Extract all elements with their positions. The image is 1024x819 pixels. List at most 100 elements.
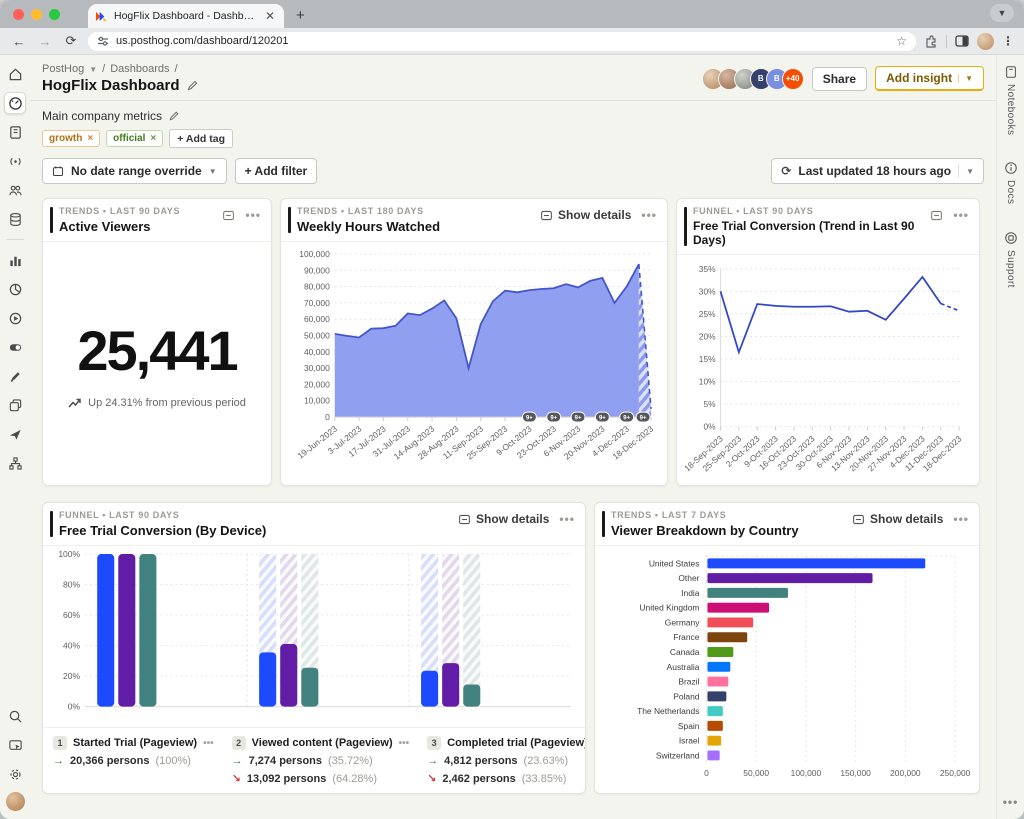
- sidebar-item-home[interactable]: [4, 63, 26, 85]
- step-name[interactable]: Viewed content (Pageview): [252, 737, 393, 749]
- close-window-button[interactable]: [13, 9, 24, 20]
- sidebar-item-feature-flags[interactable]: [4, 336, 26, 358]
- sidebar-item-persons[interactable]: [4, 179, 26, 201]
- forward-button[interactable]: →: [36, 34, 54, 49]
- user-avatar[interactable]: [6, 792, 25, 811]
- add-filter-button[interactable]: + Add filter: [235, 158, 318, 184]
- card-more-icon[interactable]: •••: [641, 208, 657, 222]
- date-range-filter[interactable]: No date range override ▼: [42, 158, 227, 184]
- sidebar-item-data-pipeline[interactable]: [4, 452, 26, 474]
- chevron-down-icon[interactable]: ▼: [89, 65, 97, 74]
- site-info-icon[interactable]: [97, 35, 109, 47]
- show-details-button[interactable]: Show details: [852, 512, 943, 526]
- docs-panel-button[interactable]: Docs: [1004, 161, 1018, 204]
- step-converted[interactable]: →7,274 persons(35.72%): [232, 755, 410, 767]
- share-button[interactable]: Share: [812, 67, 867, 91]
- step-more-icon[interactable]: •••: [203, 738, 214, 749]
- card-more-icon[interactable]: •••: [245, 208, 261, 222]
- sidebar-item-product-analytics[interactable]: [4, 249, 26, 271]
- window-controls[interactable]: [0, 9, 70, 28]
- step-dropped[interactable]: ↘2,462 persons(33.85%): [427, 772, 586, 785]
- step-converted[interactable]: →20,366 persons(100%): [53, 755, 214, 767]
- svg-text:0: 0: [325, 412, 330, 422]
- sidebar-item-activity[interactable]: [4, 150, 26, 172]
- last-updated-button[interactable]: ⟳ Last updated 18 hours ago ▼: [771, 158, 984, 184]
- card-title[interactable]: Free Trial Conversion (Trend in Last 90 …: [693, 219, 930, 247]
- step-name[interactable]: Started Trial (Pageview): [73, 737, 197, 749]
- card-title[interactable]: Free Trial Conversion (By Device): [59, 523, 266, 538]
- step-converted[interactable]: →4,812 persons(23.63%): [427, 755, 586, 767]
- maximize-window-button[interactable]: [49, 9, 60, 20]
- tab-close-icon[interactable]: ✕: [263, 9, 277, 23]
- back-button[interactable]: ←: [10, 34, 28, 49]
- sidebar-item-surveys[interactable]: [4, 394, 26, 416]
- card-more-icon[interactable]: •••: [953, 208, 969, 222]
- remove-tag-icon[interactable]: ×: [150, 133, 156, 144]
- tag-official[interactable]: official×: [106, 130, 163, 147]
- add-insight-button[interactable]: Add insight▼: [875, 66, 984, 91]
- search-icon[interactable]: [4, 705, 26, 727]
- details-icon[interactable]: [930, 209, 943, 222]
- svg-text:40,000: 40,000: [304, 347, 330, 357]
- sidebar-item-notebooks[interactable]: [4, 121, 26, 143]
- sidebar-item-data-warehouse[interactable]: [4, 208, 26, 230]
- browser-tabstrip: HogFlix Dashboard - Dashbo... ✕ + ▼: [0, 0, 1024, 28]
- chevron-down-icon[interactable]: ▼: [958, 74, 973, 83]
- step-name[interactable]: Completed trial (Pageview): [447, 737, 586, 749]
- step-more-icon[interactable]: •••: [399, 738, 410, 749]
- card-more-icon[interactable]: •••: [559, 512, 575, 526]
- edit-description-pencil-icon[interactable]: [168, 110, 180, 122]
- breadcrumb-posthog[interactable]: PostHog: [42, 63, 84, 75]
- minimize-window-button[interactable]: [31, 9, 42, 20]
- sidebar-more-icon[interactable]: •••: [1003, 795, 1019, 809]
- sidebar-item-dashboards[interactable]: [4, 92, 26, 114]
- remove-tag-icon[interactable]: ×: [87, 133, 93, 144]
- reload-button[interactable]: ⟳: [62, 33, 80, 49]
- weekly-hours-area-chart[interactable]: 010,00020,00030,00040,00050,00060,00070,…: [281, 242, 667, 485]
- funnel-bar-chart[interactable]: 0%20%40%60%80%100%: [43, 546, 585, 727]
- url-text[interactable]: us.posthog.com/dashboard/120201: [116, 35, 889, 47]
- svg-text:Switzerland: Switzerland: [656, 750, 700, 760]
- settings-gear-icon[interactable]: [4, 763, 26, 785]
- country-bar-chart[interactable]: 050,000100,000150,000200,000250,000Unite…: [595, 546, 979, 793]
- show-details-button[interactable]: Show details: [458, 512, 549, 526]
- chevron-down-icon[interactable]: ▼: [966, 167, 974, 176]
- notebooks-panel-button[interactable]: Notebooks: [1004, 65, 1018, 135]
- card-title[interactable]: Weekly Hours Watched: [297, 219, 440, 234]
- card-more-icon[interactable]: •••: [953, 512, 969, 526]
- support-panel-button[interactable]: Support: [1004, 231, 1018, 288]
- toolbar-launch-icon[interactable]: [4, 734, 26, 756]
- breadcrumb-dashboards[interactable]: Dashboards: [110, 63, 169, 75]
- bookmark-star-icon[interactable]: ☆: [896, 34, 907, 48]
- svg-text:India: India: [681, 588, 700, 598]
- step-dropped[interactable]: ↘13,092 persons(64.28%): [232, 772, 410, 785]
- card-title[interactable]: Active Viewers: [59, 219, 180, 234]
- add-tag-button[interactable]: + Add tag: [169, 129, 233, 148]
- show-details-button[interactable]: Show details: [540, 208, 631, 222]
- tag-growth[interactable]: growth×: [42, 130, 100, 147]
- avatar-badge[interactable]: +40: [782, 68, 804, 90]
- details-icon[interactable]: [222, 209, 235, 222]
- browser-menu-icon[interactable]: ⋮: [1002, 34, 1014, 48]
- url-bar[interactable]: us.posthog.com/dashboard/120201 ☆: [88, 32, 916, 51]
- browser-tab[interactable]: HogFlix Dashboard - Dashbo... ✕: [88, 4, 284, 28]
- info-icon: [1004, 161, 1018, 175]
- sidebar-item-web-analytics[interactable]: [4, 278, 26, 300]
- funnel-steps: 1Started Trial (Pageview)•••→20,366 pers…: [43, 727, 585, 793]
- card-title[interactable]: Viewer Breakdown by Country: [611, 523, 799, 538]
- extensions-icon[interactable]: [924, 34, 938, 48]
- sidebar-item-early-access[interactable]: [4, 423, 26, 445]
- svg-text:Brazil: Brazil: [678, 677, 699, 687]
- sidebar-item-session-replay[interactable]: [4, 307, 26, 329]
- edit-title-pencil-icon[interactable]: [186, 79, 199, 92]
- sidebar-item-experiments[interactable]: [4, 365, 26, 387]
- svg-text:The Netherlands: The Netherlands: [637, 706, 699, 716]
- tab-search-button[interactable]: ▼: [990, 4, 1014, 22]
- collaborator-avatars[interactable]: BB+40: [702, 68, 804, 90]
- refresh-icon[interactable]: ⟳: [781, 164, 791, 178]
- new-tab-button[interactable]: +: [284, 7, 317, 28]
- side-panel-icon[interactable]: [955, 34, 969, 48]
- browser-profile-avatar[interactable]: [977, 33, 994, 50]
- trial-conversion-line-chart[interactable]: 0%5%10%15%20%25%30%35%18-Sep-202325-Sep-…: [677, 255, 979, 486]
- details-icon: [458, 513, 471, 526]
